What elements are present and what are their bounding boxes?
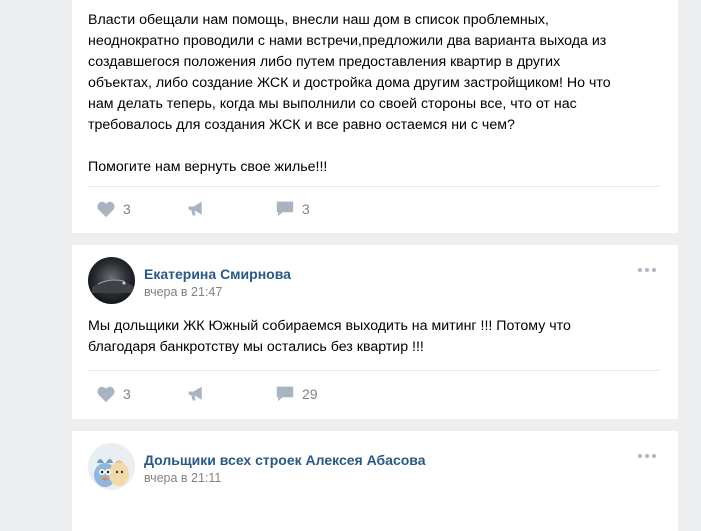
comment-button[interactable]: 29	[275, 374, 318, 414]
author-name[interactable]: Екатерина Смирнова	[144, 266, 291, 282]
comment-button[interactable]: 3	[275, 189, 310, 229]
divider	[88, 370, 660, 371]
megaphone-icon	[188, 201, 202, 216]
comment-count: 3	[302, 201, 310, 217]
post-date[interactable]: вчера в 21:11	[144, 471, 221, 485]
heart-icon	[97, 386, 115, 403]
post-text: Мы дольщики ЖК Южный собираемся выходить…	[88, 318, 571, 355]
post-card: Дольщики всех строек Алексея Абасова вче…	[72, 431, 678, 531]
avatar-image	[88, 257, 135, 304]
divider	[88, 186, 660, 187]
post-actions: 3 3	[88, 189, 660, 229]
post-card: Екатерина Смирнова вчера в 21:47 Мы доль…	[72, 245, 678, 419]
like-button[interactable]: 3	[96, 189, 131, 229]
comment-count: 29	[302, 386, 318, 402]
avatar[interactable]	[88, 443, 135, 490]
more-dots-icon[interactable]	[638, 451, 656, 461]
post-date[interactable]: вчера в 21:47	[144, 285, 222, 299]
avatar[interactable]	[88, 257, 135, 304]
post-text: Власти обещали нам помощь, внесли наш до…	[88, 12, 611, 175]
heart-icon	[97, 201, 115, 218]
post-actions: 3 29	[88, 374, 660, 414]
like-count: 3	[123, 386, 131, 402]
more-dots-icon[interactable]	[638, 265, 656, 275]
megaphone-icon	[188, 386, 202, 401]
avatar-image	[88, 443, 135, 490]
like-count: 3	[123, 201, 131, 217]
like-button[interactable]: 3	[96, 374, 131, 414]
author-name[interactable]: Дольщики всех строек Алексея Абасова	[144, 452, 425, 468]
speech-bubble-icon	[276, 201, 294, 217]
speech-bubble-icon	[276, 386, 294, 402]
share-button[interactable]	[186, 374, 206, 414]
post-card: Власти обещали нам помощь, внесли наш до…	[72, 0, 678, 233]
share-button[interactable]	[186, 189, 206, 229]
